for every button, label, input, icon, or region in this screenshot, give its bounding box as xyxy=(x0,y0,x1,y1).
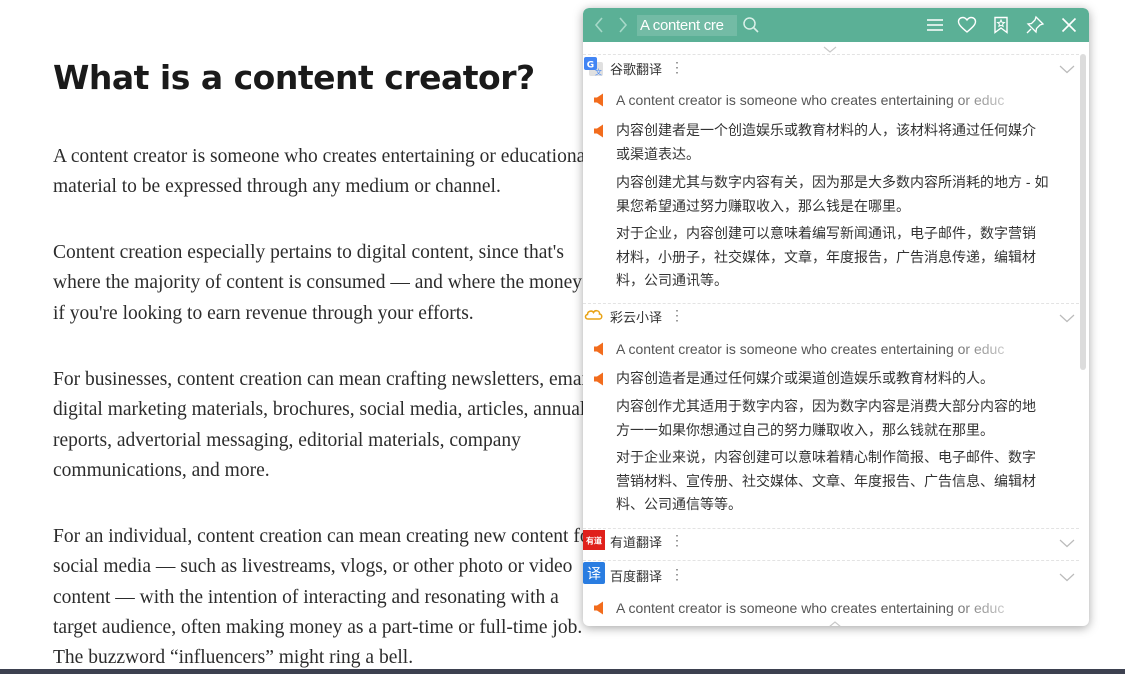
translation-line: 料、公司通信等等。 xyxy=(616,496,742,512)
scrollbar-thumb[interactable] xyxy=(1080,54,1086,370)
speaker-icon[interactable] xyxy=(593,601,605,620)
forward-arrow-icon[interactable] xyxy=(613,8,633,42)
translation-paragraph: 对于企业来说，内容创建可以意味着精心制作简报、电子邮件、数字 营销材料、宣传册、… xyxy=(616,446,1071,517)
more-options-icon[interactable]: ⋮ xyxy=(670,533,684,547)
page-title: What is a content creator? xyxy=(53,58,535,97)
menu-icon[interactable] xyxy=(923,8,947,42)
translation-line: 对于企业，内容创建可以意味着编写新闻通讯，电子邮件，数字营销 xyxy=(616,225,1036,241)
translation-paragraph: 对于企业，内容创建可以意味着编写新闻通讯，电子邮件，数字营销 材料，小册子，社交… xyxy=(616,222,1071,293)
speaker-icon[interactable] xyxy=(593,372,605,391)
engine-name-caiyun: 彩云小译 xyxy=(610,310,663,325)
close-icon[interactable] xyxy=(1057,8,1081,42)
youdao-badge-text: 有道 xyxy=(586,536,602,546)
translation-line: 内容创建尤其与数字内容有关，因为那是大多数内容所消耗的地方 - 如 xyxy=(616,174,1049,190)
caiyun-cloud-icon xyxy=(583,304,605,326)
favorite-heart-icon[interactable] xyxy=(955,8,979,42)
pin-icon[interactable] xyxy=(1023,8,1047,42)
more-options-icon[interactable]: ⋮ xyxy=(670,567,684,581)
youdao-icon: 有道 xyxy=(583,529,605,551)
search-input[interactable]: A content cre xyxy=(637,15,737,36)
collapse-top-chevron-icon[interactable] xyxy=(823,41,837,59)
text-fade xyxy=(943,599,1033,619)
search-icon[interactable] xyxy=(739,8,763,42)
more-options-icon[interactable]: ⋮ xyxy=(670,60,684,74)
popup-header: A content cre xyxy=(583,8,1089,42)
divider xyxy=(583,528,1079,529)
bottom-bar xyxy=(0,669,1125,674)
back-arrow-icon[interactable] xyxy=(589,8,609,42)
text-fade xyxy=(943,91,1033,111)
translation-line: 材料，小册子，社交媒体，文章，年度报告，广告消息传递，编辑材 xyxy=(616,248,1036,265)
translation-paragraph: 内容创建尤其与数字内容有关，因为那是大多数内容所消耗的地方 - 如 果您希望通过… xyxy=(616,171,1071,218)
divider xyxy=(583,54,1079,55)
translation-popup: A content cre G 文 谷歌翻译 ⋮ A content creat… xyxy=(583,8,1089,626)
speaker-icon[interactable] xyxy=(593,93,605,112)
engine-name-google: 谷歌翻译 xyxy=(610,62,663,77)
translation-line: 营销材料、宣传册、社交媒体、文章、年度报告、广告信息、编辑材 xyxy=(616,472,1036,489)
engine-name-youdao: 有道翻译 xyxy=(610,535,663,550)
bookmark-icon[interactable] xyxy=(989,8,1013,42)
translation-paragraph: 内容创作尤其适用于数字内容，因为数字内容是消费大部分内容的地 方一一如果你想通过… xyxy=(616,395,1071,442)
speaker-icon[interactable] xyxy=(593,124,605,143)
svg-text:G: G xyxy=(587,61,594,71)
chevron-down-icon[interactable] xyxy=(1059,535,1075,553)
chevron-down-icon[interactable] xyxy=(1059,310,1075,328)
svg-text:文: 文 xyxy=(595,68,602,77)
google-translate-icon: G 文 xyxy=(583,56,605,78)
baidu-badge-text: 译 xyxy=(587,567,601,583)
divider xyxy=(583,303,1079,304)
engine-name-baidu: 百度翻译 xyxy=(610,569,663,584)
baidu-translate-icon: 译 xyxy=(583,562,605,584)
chevron-down-icon[interactable] xyxy=(1059,569,1075,587)
translation-line: 料，公司通讯等。 xyxy=(616,272,728,288)
translation-paragraph: 内容创造者是通过任何媒介或渠道创造娱乐或教育材料的人。 xyxy=(616,367,1071,391)
expand-bottom-chevron-icon[interactable] xyxy=(828,615,842,626)
chevron-down-icon[interactable] xyxy=(1059,61,1075,79)
more-options-icon[interactable]: ⋮ xyxy=(670,308,684,322)
translation-paragraph: 内容创建者是一个创造娱乐或教育材料的人，该材料将通过任何媒介 或渠道表达。 xyxy=(616,119,1071,166)
speaker-icon[interactable] xyxy=(593,342,605,361)
divider xyxy=(583,560,1079,561)
translation-line: 方一一如果你想通过自己的努力赚取收入，那么钱就在那里。 xyxy=(616,421,994,438)
translation-line: 内容创造者是通过任何媒介或渠道创造娱乐或教育材料的人。 xyxy=(616,370,994,386)
translation-line: 内容创作尤其适用于数字内容，因为数字内容是消费大部分内容的地 xyxy=(616,398,1036,414)
translation-line: 对于企业来说，内容创建可以意味着精心制作简报、电子邮件、数字 xyxy=(616,449,1036,465)
translation-line: 内容创建者是一个创造娱乐或教育材料的人，该材料将通过任何媒介 xyxy=(616,122,1036,138)
text-fade xyxy=(943,340,1033,360)
translation-line: 果您希望通过努力赚取收入，那么钱是在哪里。 xyxy=(616,197,910,214)
translation-line: 或渠道表达。 xyxy=(616,145,700,162)
